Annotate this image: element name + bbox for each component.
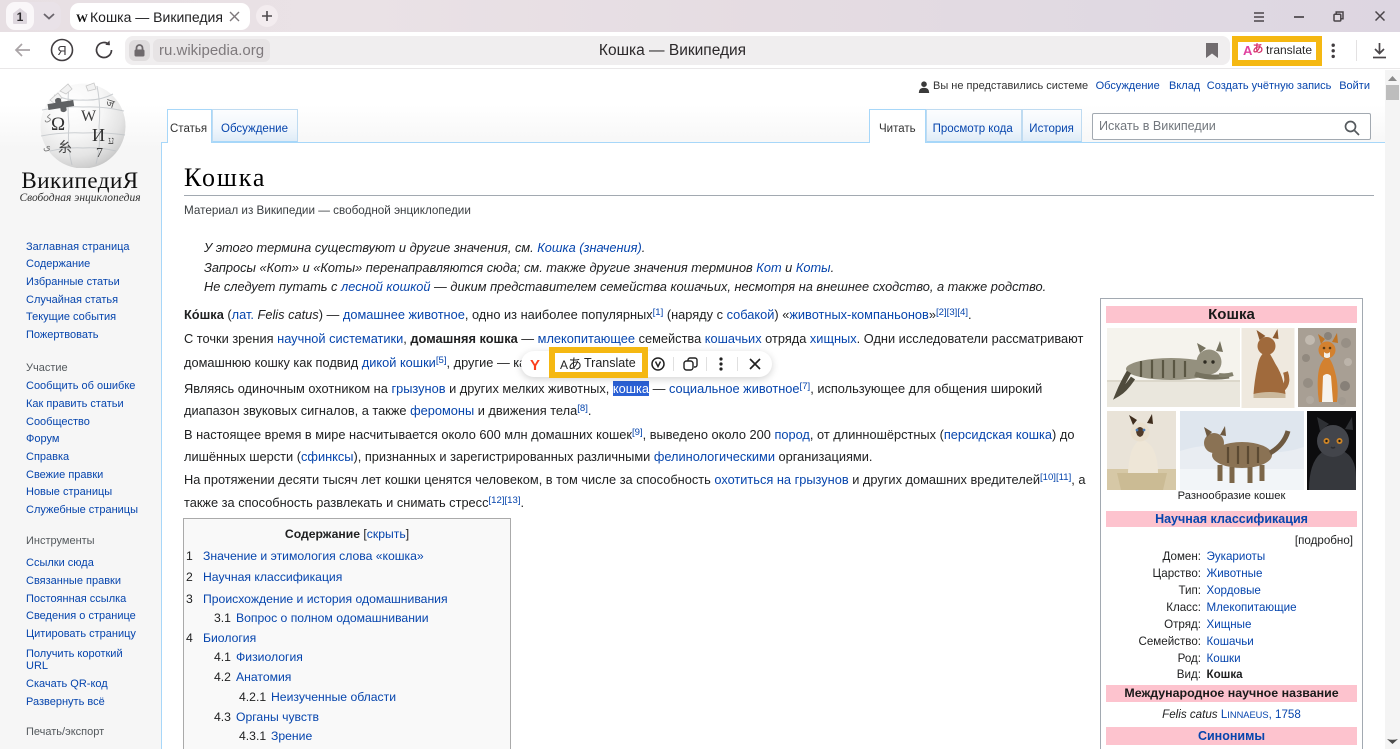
svg-text:Ω: Ω [51, 114, 65, 135]
svg-text:W: W [81, 108, 97, 125]
svg-text:7: 7 [96, 146, 103, 161]
svg-text:ע: ע [108, 135, 114, 147]
svg-text:ی: ی [43, 142, 51, 153]
svg-text:糸: 糸 [58, 140, 72, 156]
svg-text:Y: Y [530, 357, 540, 372]
svg-text:1: 1 [17, 10, 24, 24]
svg-text:И: И [92, 125, 105, 145]
